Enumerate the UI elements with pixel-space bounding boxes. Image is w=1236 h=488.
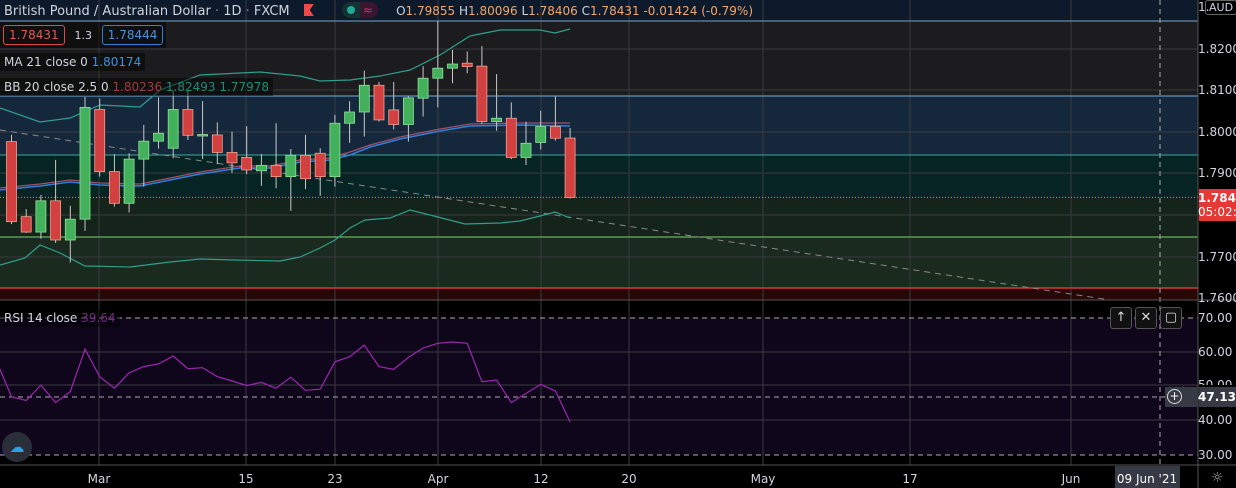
candle-body [373,84,385,121]
candle-body [535,126,547,143]
tradingview-logo[interactable]: ☁ [2,432,32,462]
candle [94,98,106,177]
candle-body [123,158,135,204]
candle-body [153,132,164,142]
candle-body [35,200,47,233]
candle-body [505,117,517,158]
candle-body [64,218,76,241]
bar-countdown: 05:02:2 [1198,205,1236,219]
close-icon[interactable]: ✕ [1135,307,1157,329]
rsi-label: 30.00 [1198,448,1233,462]
rsi-legend[interactable]: RSI 14 close 39.64 [0,309,120,327]
price-label: 1. [1198,0,1210,14]
ohlc-values: O1.79855 H1.80096 L1.78406 C1.78431 -0.0… [396,4,754,18]
candle-body [520,142,532,158]
rsi-label: 60.00 [1198,345,1233,359]
candle-body [285,154,297,178]
candle [79,96,91,231]
candle-body [197,134,209,137]
candle-body [138,140,150,160]
candle-body [79,106,91,220]
ma-legend[interactable]: MA 21 close 0 1.80174 [0,53,146,71]
candle-body [241,157,253,171]
zone-bands [0,0,1198,465]
candle-body [226,152,238,164]
price-label: 1.82000 [1198,42,1236,56]
move-up-icon[interactable]: ↑ [1110,307,1132,329]
candle [123,153,135,213]
time-label: Apr [427,472,449,486]
exchange: FXCM [253,4,290,19]
rsi-label: 40.00 [1198,413,1233,427]
candle-body [564,137,576,198]
candle-body [329,122,341,178]
candle-body [388,109,400,125]
time-label: Jun [1061,472,1081,486]
candle-body [344,111,356,124]
price-label: 1.79000 [1198,166,1236,180]
candle-body [211,134,223,153]
price-label: 1.81000 [1198,83,1236,97]
sell-button[interactable]: 1.78431 [3,25,65,45]
candle-body [432,67,444,79]
candle-body [20,216,32,233]
candle-body [358,84,370,113]
candle-body [491,117,503,122]
candle-body [402,97,414,125]
spread: 1.3 [74,29,92,42]
candle [329,114,341,187]
currency-badge[interactable]: AUD [1205,0,1236,15]
candle-body [167,109,179,149]
settings-icon[interactable]: ☼ [1211,470,1224,486]
candle-body [417,77,429,99]
candle-body [300,154,311,180]
candle [35,194,47,239]
candle-body [476,65,488,122]
candle-body [50,200,61,241]
candle [6,134,17,225]
last-price-label: 1.78431 [1198,191,1236,205]
time-crosshair-label: 09 Jun '21 [1116,472,1178,486]
candle-body [6,141,17,223]
symbol-name[interactable]: British Pound / Australian Dollar [4,4,211,19]
time-label: 23 [327,472,343,486]
symbol-header: British Pound / Australian Dollar · 1D ·… [4,2,754,19]
price-label: 1.76000 [1198,291,1236,305]
interval[interactable]: 1D [223,4,241,19]
rsi-crosshair-label: 47.13 [1198,390,1236,404]
candle-body [270,164,282,178]
candle-body [550,126,561,139]
market-status-icon[interactable]: ≈ [341,2,378,18]
price-label: 1.77000 [1198,250,1236,264]
candle-body [255,164,267,172]
candle-body [182,109,194,136]
time-label: 15 [238,472,254,486]
candle [564,127,576,199]
candle-body [109,171,120,204]
chart-canvas[interactable] [0,0,1236,488]
time-label: 20 [621,472,637,486]
time-label: May [750,472,776,486]
add-crosshair-icon[interactable]: + [1167,389,1182,404]
candle-body [314,152,326,178]
time-label: 12 [533,472,549,486]
candle-body [94,109,106,173]
candle-body [447,63,458,69]
bb-legend[interactable]: BB 20 close 2.5 0 1.80236 1.82493 1.7797… [0,78,273,96]
time-label: Mar [87,472,111,486]
buy-button[interactable]: 1.78444 [101,25,164,45]
flag-icon[interactable] [303,4,314,16]
candle [373,81,385,122]
rsi-label: 70.00 [1198,311,1233,325]
trade-panel: 1.78431 1.3 1.78444 [0,22,167,48]
maximize-icon[interactable]: ▢ [1160,307,1182,329]
candle-body [461,62,473,67]
time-label: 17 [902,472,918,486]
price-label: 1.80000 [1198,125,1236,139]
